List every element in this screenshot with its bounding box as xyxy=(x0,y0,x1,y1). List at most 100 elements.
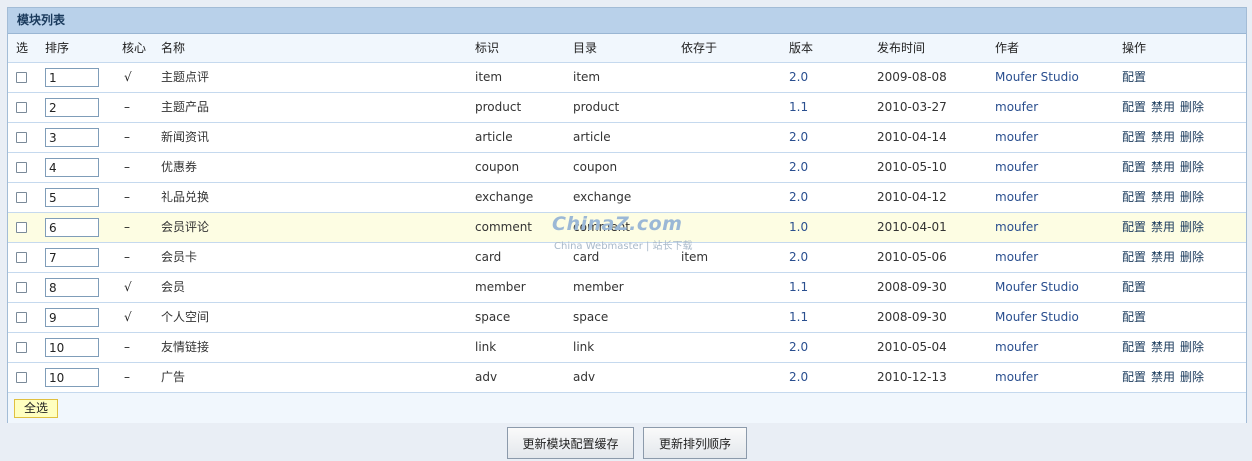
module-version: 1.1 xyxy=(789,100,809,114)
op-link[interactable]: 配置 xyxy=(1122,160,1146,174)
op-link[interactable]: 禁用 xyxy=(1151,340,1175,354)
op-link[interactable]: 禁用 xyxy=(1151,130,1175,144)
module-author[interactable]: Moufer Studio xyxy=(995,303,1079,332)
order-input[interactable] xyxy=(45,308,99,327)
row-actions: 配置 禁用 删除 xyxy=(1122,333,1209,362)
row-actions: 配置 禁用 删除 xyxy=(1122,153,1209,182)
op-link[interactable]: 禁用 xyxy=(1151,160,1175,174)
order-input[interactable] xyxy=(45,188,99,207)
module-identifier: link xyxy=(475,340,497,354)
update-order-button[interactable]: 更新排列顺序 xyxy=(643,427,747,459)
row-checkbox[interactable] xyxy=(16,312,27,323)
module-author[interactable]: moufer xyxy=(995,93,1038,122)
op-link[interactable]: 删除 xyxy=(1180,370,1204,384)
module-directory: article xyxy=(573,130,611,144)
row-actions: 配置 xyxy=(1122,63,1151,92)
module-identifier: member xyxy=(475,280,526,294)
op-link[interactable]: 配置 xyxy=(1122,130,1146,144)
op-link[interactable]: 禁用 xyxy=(1151,190,1175,204)
row-checkbox[interactable] xyxy=(16,252,27,263)
op-link[interactable]: 配置 xyxy=(1122,250,1146,264)
op-link[interactable]: 删除 xyxy=(1180,100,1204,114)
module-name: 礼品兑换 xyxy=(161,190,210,204)
core-mark: √ xyxy=(124,310,132,324)
order-input[interactable] xyxy=(45,68,99,87)
row-checkbox[interactable] xyxy=(16,372,27,383)
order-input[interactable] xyxy=(45,218,99,237)
order-input[interactable] xyxy=(45,128,99,147)
module-identifier: comment xyxy=(475,220,533,234)
op-link[interactable]: 配置 xyxy=(1122,340,1146,354)
op-link[interactable]: 配置 xyxy=(1122,220,1146,234)
table-row: √ 会员 member member 1.1 2008-09-30 Moufer Studi… xyxy=(8,273,1246,303)
order-input[interactable] xyxy=(45,338,99,357)
module-author[interactable]: moufer xyxy=(995,243,1038,272)
module-directory: space xyxy=(573,310,609,324)
module-directory: item xyxy=(573,70,601,84)
module-author[interactable]: moufer xyxy=(995,213,1038,242)
module-directory: coupon xyxy=(573,160,618,174)
op-link[interactable]: 删除 xyxy=(1180,190,1204,204)
order-input[interactable] xyxy=(45,98,99,117)
module-author[interactable]: moufer xyxy=(995,153,1038,182)
module-author[interactable]: moufer xyxy=(995,363,1038,392)
row-checkbox[interactable] xyxy=(16,282,27,293)
module-author[interactable]: Moufer Studio xyxy=(995,63,1079,92)
op-link[interactable]: 配置 xyxy=(1122,70,1146,84)
header-select: 选 xyxy=(16,41,29,55)
module-date: 2010-03-27 xyxy=(877,100,947,114)
table-row: – 礼品兑换 exchange exchange 2.0 2010-04-12 moufer… xyxy=(8,183,1246,213)
module-author[interactable]: Moufer Studio xyxy=(995,273,1079,302)
op-link[interactable]: 禁用 xyxy=(1151,370,1175,384)
row-checkbox[interactable] xyxy=(16,222,27,233)
module-name: 会员评论 xyxy=(161,220,210,234)
module-date: 2010-04-01 xyxy=(877,220,947,234)
op-link[interactable]: 配置 xyxy=(1122,310,1146,324)
order-input[interactable] xyxy=(45,248,99,267)
op-link[interactable]: 删除 xyxy=(1180,160,1204,174)
row-checkbox[interactable] xyxy=(16,102,27,113)
module-name: 会员卡 xyxy=(161,250,198,264)
op-link[interactable]: 禁用 xyxy=(1151,250,1175,264)
row-checkbox[interactable] xyxy=(16,162,27,173)
module-author[interactable]: moufer xyxy=(995,333,1038,362)
module-directory: card xyxy=(573,250,600,264)
op-link[interactable]: 配置 xyxy=(1122,280,1146,294)
order-input[interactable] xyxy=(45,368,99,387)
header-directory: 目录 xyxy=(573,41,598,55)
table-row: – 新闻资讯 article article 2.0 2010-04-14 moufer 配置… xyxy=(8,123,1246,153)
module-directory: link xyxy=(573,340,595,354)
op-link[interactable]: 配置 xyxy=(1122,190,1146,204)
module-depends: item xyxy=(681,250,709,264)
update-cache-button[interactable]: 更新模块配置缓存 xyxy=(507,427,634,459)
module-version: 2.0 xyxy=(789,130,809,144)
op-link[interactable]: 禁用 xyxy=(1151,220,1175,234)
order-input[interactable] xyxy=(45,158,99,177)
select-all-button[interactable]: 全选 xyxy=(14,399,58,418)
row-checkbox[interactable] xyxy=(16,132,27,143)
module-date: 2010-05-06 xyxy=(877,250,947,264)
table-body: √ 主题点评 item item 2.0 2009-08-08 Moufer Studio 配… xyxy=(8,63,1246,393)
table-row: – 会员评论 comment comment 1.0 2010-04-01 moufer 配置… xyxy=(8,213,1246,243)
row-checkbox[interactable] xyxy=(16,342,27,353)
module-date: 2010-12-13 xyxy=(877,370,947,384)
op-link[interactable]: 删除 xyxy=(1180,220,1204,234)
op-link[interactable]: 删除 xyxy=(1180,340,1204,354)
core-mark: – xyxy=(124,220,130,234)
module-author[interactable]: moufer xyxy=(995,183,1038,212)
op-link[interactable]: 删除 xyxy=(1180,130,1204,144)
order-input[interactable] xyxy=(45,278,99,297)
row-actions: 配置 xyxy=(1122,273,1151,302)
op-link[interactable]: 配置 xyxy=(1122,100,1146,114)
op-link[interactable]: 禁用 xyxy=(1151,100,1175,114)
module-date: 2010-04-12 xyxy=(877,190,947,204)
module-version: 2.0 xyxy=(789,70,809,84)
op-link[interactable]: 删除 xyxy=(1180,250,1204,264)
module-name: 友情链接 xyxy=(161,340,210,354)
module-author[interactable]: moufer xyxy=(995,123,1038,152)
row-checkbox[interactable] xyxy=(16,192,27,203)
op-link[interactable]: 配置 xyxy=(1122,370,1146,384)
module-version: 2.0 xyxy=(789,160,809,174)
module-identifier: exchange xyxy=(475,190,534,204)
row-checkbox[interactable] xyxy=(16,72,27,83)
